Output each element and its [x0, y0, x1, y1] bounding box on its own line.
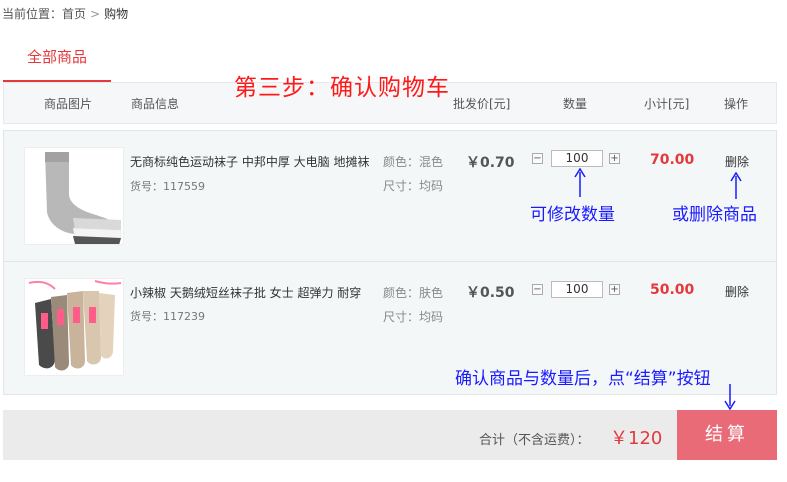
step-title-annotation: 第三步：确认购物车	[234, 75, 450, 101]
arrow-up-icon	[574, 168, 586, 197]
increase-quantity-button[interactable]: +	[609, 284, 620, 295]
breadcrumb-prefix: 当前位置：	[2, 7, 63, 21]
product-size: 尺寸：均码	[383, 179, 444, 193]
product-color: 颜色：混色	[383, 155, 444, 169]
breadcrumb: 当前位置：首页 > 购物	[2, 5, 128, 22]
product-price: ￥0.70	[466, 155, 515, 171]
header-subtotal: 小计[元]	[644, 97, 690, 111]
product-name[interactable]: 小辣椒 天鹅绒短丝袜子批 女士 超弹力 耐穿	[130, 284, 361, 301]
checkout-hint-annotation: 确认商品与数量后，点“结算”按钮	[455, 369, 711, 389]
socks-illustration	[25, 148, 123, 244]
product-code: 货号：117559	[130, 180, 205, 193]
tab-all-items[interactable]: 全部商品	[3, 40, 111, 82]
product-size: 尺寸：均码	[383, 310, 444, 324]
decrease-quantity-button[interactable]: −	[532, 284, 543, 295]
table-row: 无商标纯色运动袜子 中邦中厚 大电脑 地摊袜 货号：117559 颜色：混色 尺…	[4, 131, 776, 262]
header-price: 批发价[元]	[453, 97, 511, 111]
breadcrumb-current: 购物	[104, 7, 129, 21]
product-color: 颜色：肤色	[383, 286, 444, 300]
cart-table: 无商标纯色运动袜子 中邦中厚 大电脑 地摊袜 货号：117559 颜色：混色 尺…	[3, 130, 777, 395]
decrease-quantity-button[interactable]: −	[532, 153, 543, 164]
delete-hint-annotation: 或删除商品	[672, 205, 757, 225]
arrow-down-icon	[724, 384, 736, 410]
cart-footer: 合计（不含运费）： ￥120 结算	[3, 410, 777, 460]
quantity-input[interactable]: 100	[551, 281, 603, 298]
quantity-hint-annotation: 可修改数量	[530, 205, 615, 225]
product-subtotal: 50.00	[650, 282, 695, 298]
total-label: 合计（不含运费）：	[479, 433, 590, 448]
quantity-stepper: − 100 +	[532, 150, 622, 168]
quantity-stepper: − 100 +	[532, 281, 622, 299]
header-image: 商品图片	[44, 97, 93, 111]
product-price: ￥0.50	[466, 285, 515, 301]
product-subtotal: 70.00	[650, 152, 695, 168]
product-code: 货号：117239	[130, 310, 205, 323]
product-image-silk-stockings[interactable]	[24, 278, 124, 376]
product-image-gray-socks[interactable]	[24, 147, 124, 245]
delete-item-button[interactable]: 删除	[725, 153, 749, 170]
header-info: 商品信息	[131, 97, 180, 111]
header-action: 操作	[724, 97, 749, 111]
stockings-illustration	[25, 279, 123, 375]
increase-quantity-button[interactable]: +	[609, 153, 620, 164]
breadcrumb-separator: >	[90, 7, 101, 21]
arrow-up-icon	[730, 172, 742, 199]
quantity-input[interactable]: 100	[551, 150, 603, 167]
total-value: ￥120	[610, 428, 663, 449]
product-name[interactable]: 无商标纯色运动袜子 中邦中厚 大电脑 地摊袜	[130, 153, 369, 170]
header-quantity: 数量	[563, 97, 588, 111]
checkout-button[interactable]: 结算	[677, 410, 777, 460]
breadcrumb-home-link[interactable]: 首页	[62, 7, 86, 21]
delete-item-button[interactable]: 删除	[725, 283, 749, 300]
